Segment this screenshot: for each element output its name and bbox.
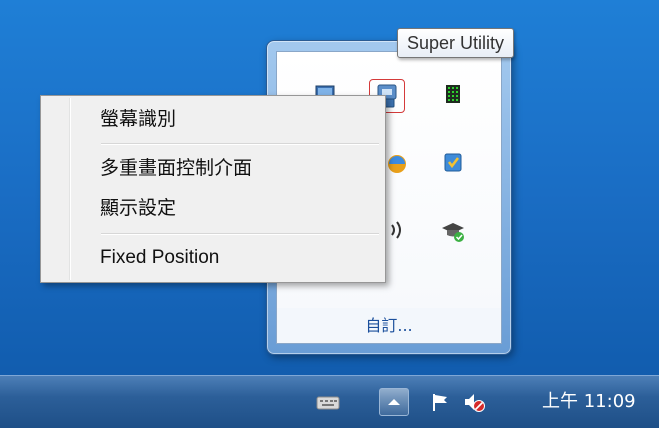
customize-link[interactable]: 自訂...: [277, 308, 501, 343]
menu-separator: [101, 233, 379, 235]
browser-icon[interactable]: [383, 150, 411, 178]
speaker-icon[interactable]: [383, 216, 411, 244]
taskbar-clock[interactable]: 上午 11:09: [542, 389, 636, 415]
tooltip: Super Utility: [397, 28, 515, 58]
show-hidden-icons-button[interactable]: [379, 388, 409, 416]
green-grid-icon[interactable]: [439, 80, 467, 108]
menu-item-display-settings[interactable]: 顯示設定: [43, 194, 383, 222]
graduation-cap-icon[interactable]: [439, 216, 467, 244]
menu-separator: [101, 143, 379, 145]
volume-muted-icon[interactable]: [461, 390, 487, 414]
shield-check-icon[interactable]: [439, 149, 467, 177]
keyboard-icon[interactable]: [315, 390, 341, 414]
context-menu: 螢幕識別 多重畫面控制介面 顯示設定 Fixed Position: [40, 95, 386, 283]
menu-item-monitor-identify[interactable]: 螢幕識別: [43, 105, 383, 133]
taskbar: 上午 11:09: [0, 375, 659, 428]
chevron-up-icon: [388, 399, 400, 405]
action-center-flag-icon[interactable]: [427, 390, 453, 414]
menu-item-fixed-position[interactable]: Fixed Position: [43, 244, 383, 272]
menu-item-multi-display-control[interactable]: 多重畫面控制介面: [43, 154, 383, 182]
